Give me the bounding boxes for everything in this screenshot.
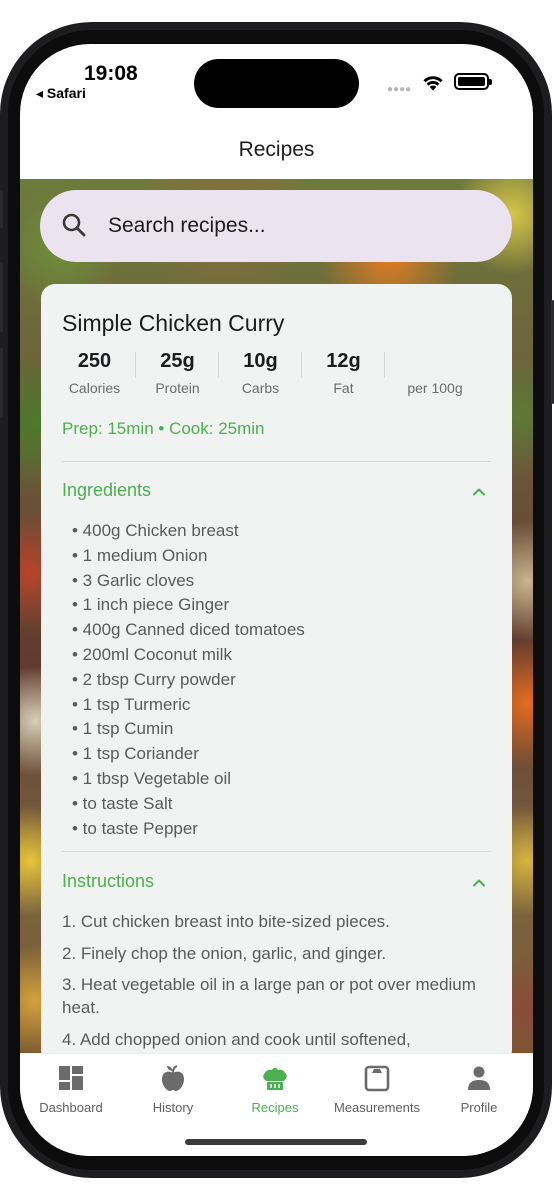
instructions-list: 1. Cut chicken breast into bite-sized pi… — [62, 910, 482, 1059]
macro-carbs: 10g Carbs — [219, 350, 302, 396]
tab-measurements[interactable]: Measurements — [326, 1064, 428, 1115]
search-bar[interactable] — [40, 190, 512, 262]
recipe-title: Simple Chicken Curry — [62, 310, 285, 336]
tab-label: Profile — [460, 1100, 498, 1115]
tab-label: Measurements — [334, 1100, 420, 1115]
search-input[interactable] — [108, 190, 488, 262]
macro-label: Fat — [333, 380, 354, 396]
battery-icon — [454, 73, 492, 90]
macros-row: 250 Calories 25g Protein 10g Carbs 12g F… — [53, 350, 485, 396]
ingredient-item: • 1 tsp Coriander — [72, 744, 199, 764]
macro-protein: 25g Protein — [136, 350, 219, 396]
ingredient-item: • 400g Canned diced tomatoes — [72, 620, 305, 640]
recipe-card[interactable]: Simple Chicken Curry 250 Calories 25g Pr… — [41, 284, 512, 1064]
ingredient-item: • 1 inch piece Ginger — [72, 595, 230, 615]
instruction-step: 3. Heat vegetable oil in a large pan or … — [62, 975, 476, 1017]
macro-calories: 250 Calories — [53, 350, 136, 396]
instruction-step: 1. Cut chicken breast into bite-sized pi… — [62, 912, 390, 931]
ingredients-title: Ingredients — [62, 480, 152, 500]
per-unit-label: per 100g — [407, 380, 463, 396]
chevron-up-icon[interactable] — [471, 484, 487, 500]
macro-value: 10g — [243, 350, 278, 372]
search-icon — [62, 213, 86, 237]
macro-label: Protein — [155, 380, 200, 396]
chevron-up-icon[interactable] — [471, 875, 487, 891]
macro-label: Carbs — [241, 380, 280, 396]
cellular-signal-icon: ●●●● — [387, 84, 412, 95]
chef-hat-icon — [263, 1067, 287, 1090]
screen: 19:08 ◂ Safari ●●●● Recipes Simple Chick… — [20, 44, 533, 1156]
dynamic-island — [194, 59, 359, 108]
ingredient-item: • 1 tsp Turmeric — [72, 694, 191, 714]
divider — [62, 461, 491, 462]
instructions-header[interactable]: Instructions — [62, 871, 491, 901]
instructions-title: Instructions — [62, 871, 155, 891]
macro-value: 12g — [326, 350, 361, 372]
apple-icon — [162, 1065, 184, 1091]
macro-label: Calories — [68, 380, 121, 396]
tab-label: History — [152, 1100, 194, 1115]
tab-recipes[interactable]: Recipes — [224, 1064, 326, 1115]
macro-per-unit: per 100g — [385, 350, 485, 396]
ingredients-list: • 400g Chicken breast • 1 medium Onion •… — [72, 519, 305, 841]
back-to-app-link[interactable]: ◂ Safari — [36, 85, 86, 102]
ingredients-header[interactable]: Ingredients — [62, 480, 491, 510]
tab-history[interactable]: History — [122, 1064, 224, 1115]
tab-label: Recipes — [251, 1100, 299, 1115]
macro-value: 250 — [77, 350, 112, 372]
ingredient-item: • 1 tsp Cumin — [72, 719, 174, 739]
volume-up-button — [0, 262, 3, 332]
volume-down-button — [0, 348, 3, 418]
tab-profile[interactable]: Profile — [428, 1064, 530, 1115]
ingredient-item: • 400g Chicken breast — [72, 521, 239, 540]
macro-value: 25g — [160, 350, 195, 372]
scale-icon — [364, 1065, 390, 1092]
ingredient-item: • 1 tbsp Vegetable oil — [72, 768, 232, 788]
ingredient-item: • 200ml Coconut milk — [72, 644, 232, 664]
ingredient-item: • to taste Salt — [72, 793, 173, 813]
tab-dashboard[interactable]: Dashboard — [20, 1064, 122, 1115]
instruction-step: 2. Finely chop the onion, garlic, and gi… — [62, 943, 387, 963]
ingredient-item: • 3 Garlic cloves — [72, 570, 195, 590]
wifi-icon — [423, 76, 443, 91]
ingredient-item: • to taste Pepper — [72, 818, 198, 838]
action-button — [0, 190, 3, 228]
prep-cook-time: Prep: 15min • Cook: 25min — [62, 419, 265, 438]
macro-fat: 12g Fat — [302, 350, 385, 396]
instruction-step: 4. Add chopped onion and cook until soft… — [62, 1029, 411, 1049]
status-time: 19:08 — [84, 62, 138, 85]
dashboard-icon — [59, 1066, 83, 1090]
divider — [62, 851, 491, 852]
ingredient-item: • 1 medium Onion — [72, 545, 208, 565]
home-indicator[interactable] — [185, 1139, 367, 1145]
page-title: Recipes — [238, 138, 315, 161]
ingredient-item: • 2 tbsp Curry powder — [72, 669, 236, 689]
person-icon — [468, 1066, 490, 1090]
tab-label: Dashboard — [39, 1100, 103, 1115]
